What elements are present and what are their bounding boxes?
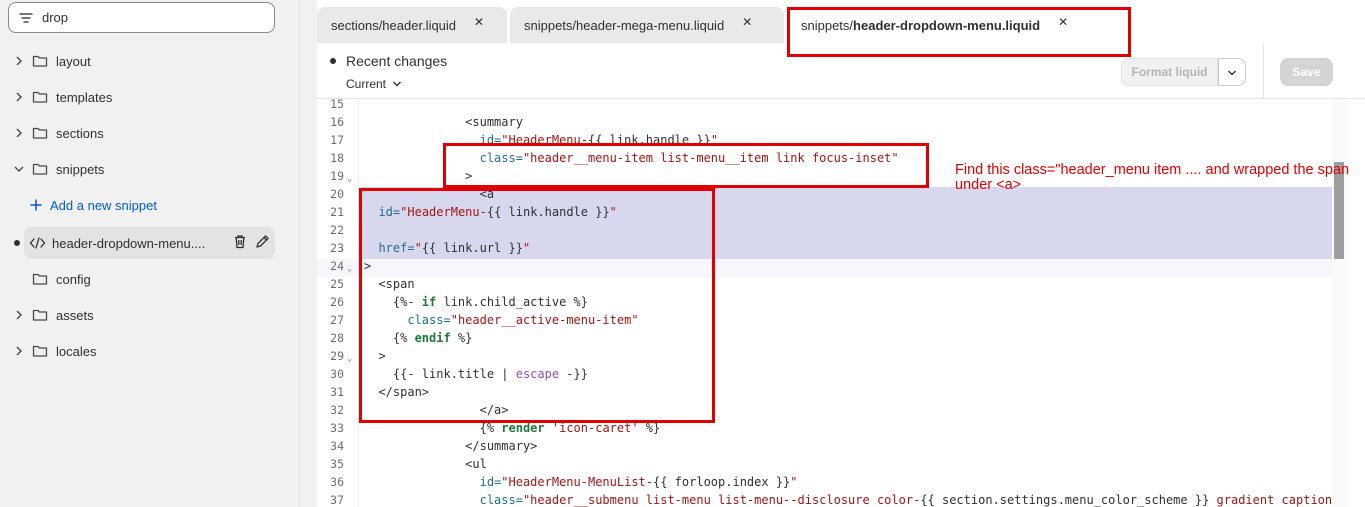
sidebar-item-snippets[interactable]: snippets: [12, 153, 275, 185]
code-text: <summary: [364, 115, 523, 129]
add-snippet-label: Add a new snippet: [50, 197, 157, 213]
line-number: 24: [330, 259, 344, 273]
sidebar-item-locales[interactable]: locales: [12, 335, 275, 367]
sidebar-item-label: templates: [56, 89, 113, 105]
chevron-right-icon[interactable]: [12, 344, 26, 358]
line-number: 18: [330, 151, 344, 165]
line-number: 17: [330, 133, 344, 147]
line-number: 15: [330, 99, 344, 111]
code-line[interactable]: 35 <ul: [317, 455, 1332, 473]
line-number: 21: [330, 205, 344, 219]
chevron-right-icon[interactable]: [12, 308, 26, 322]
line-number: 32: [330, 403, 344, 417]
folder-icon: [32, 308, 48, 322]
folder-icon: [32, 90, 48, 104]
recent-changes-label: Recent changes: [346, 53, 448, 69]
line-number: 37: [330, 493, 344, 507]
line-number: 28: [330, 331, 344, 345]
line-number: 23: [330, 241, 344, 255]
folder-icon: [32, 54, 48, 68]
annotation-box-anchor: [359, 188, 715, 423]
theme-code-editor: drop layout templates sections snippets …: [0, 0, 1365, 507]
sidebar-item-label: snippets: [56, 161, 105, 177]
tab-sections-header[interactable]: sections/header.liquid ✕: [317, 7, 507, 43]
sidebar-item-label: assets: [56, 307, 94, 323]
plus-icon: [30, 198, 42, 212]
line-number: 26: [330, 295, 344, 309]
annotation-text: Find this class="header_menu item .... a…: [955, 162, 1350, 193]
sidebar-item-header-dropdown-menu[interactable]: header-dropdown-menu....: [24, 227, 275, 259]
line-number: 22: [330, 223, 344, 237]
close-icon[interactable]: ✕: [742, 15, 752, 29]
folder-icon: [32, 126, 48, 140]
tab-header-mega-menu[interactable]: snippets/header-mega-menu.liquid ✕: [510, 7, 784, 43]
folder-icon: [32, 272, 48, 286]
editor-scrollbar[interactable]: [1332, 99, 1347, 507]
line-number: 30: [330, 367, 344, 381]
folder-icon: [32, 344, 48, 358]
sidebar-item-config[interactable]: config: [12, 263, 275, 295]
sidebar-item-label: layout: [56, 53, 91, 69]
save-button[interactable]: Save: [1280, 58, 1333, 86]
code-icon: [29, 236, 46, 250]
sidebar-item-sections[interactable]: sections: [12, 117, 275, 149]
code-text: </summary>: [364, 439, 538, 453]
line-number: 25: [330, 277, 344, 291]
format-liquid-button[interactable]: Format liquid: [1121, 58, 1218, 86]
add-snippet-button[interactable]: Add a new snippet: [30, 189, 293, 221]
sidebar-item-assets[interactable]: assets: [12, 299, 275, 331]
code-text: <ul: [364, 457, 487, 471]
trash-icon[interactable]: [233, 234, 247, 252]
line-number: 31: [330, 385, 344, 399]
code-line[interactable]: 15: [317, 99, 1332, 113]
filter-icon: [19, 11, 33, 25]
line-number: 36: [330, 475, 344, 489]
recent-changes: Recent changes: [330, 53, 447, 69]
close-icon[interactable]: ✕: [474, 15, 484, 29]
code-line[interactable]: 34 </summary>: [317, 437, 1332, 455]
toolbar-divider: [1263, 43, 1264, 99]
sidebar-item-label: locales: [56, 343, 97, 359]
annotation-box-tab: [787, 7, 1131, 57]
file-sidebar: drop layout templates sections snippets …: [0, 0, 300, 507]
chevron-down-icon: [1227, 65, 1237, 80]
version-select-label: Current: [346, 77, 387, 91]
code-line[interactable]: 36 id="HeaderMenu-MenuList-{{ forloop.in…: [317, 473, 1332, 491]
file-search-input[interactable]: drop: [8, 2, 275, 33]
code-line[interactable]: 37 class="header__submenu list-menu list…: [317, 491, 1346, 507]
code-line[interactable]: 16 <summary: [317, 113, 1332, 131]
tab-label: snippets/header-mega-menu.liquid: [524, 17, 725, 33]
sidebar-item-label: header-dropdown-menu....: [52, 235, 206, 251]
line-number: 34: [330, 439, 344, 453]
line-number: 33: [330, 421, 344, 435]
chevron-down-icon: [392, 77, 402, 91]
folder-icon: [32, 162, 48, 176]
line-number: 35: [330, 457, 344, 471]
sidebar-item-layout[interactable]: layout: [12, 45, 275, 77]
format-options-button[interactable]: [1218, 58, 1246, 86]
pencil-icon[interactable]: [255, 234, 269, 252]
chevron-right-icon[interactable]: [12, 90, 26, 104]
annotation-box-class: [443, 143, 929, 188]
unsaved-dot: [330, 58, 336, 64]
tab-label: sections/header.liquid: [331, 17, 457, 33]
file-actions: [233, 234, 269, 252]
chevron-right-icon[interactable]: [12, 54, 26, 68]
code-text: id="HeaderMenu-MenuList-{{ forloop.index…: [479, 475, 798, 489]
unsaved-dot: [14, 240, 20, 246]
line-number: 29: [330, 349, 344, 363]
file-search-value: drop: [42, 10, 69, 25]
version-select[interactable]: Current: [346, 77, 402, 91]
line-number: 16: [330, 115, 344, 129]
line-number: 20: [330, 187, 344, 201]
chevron-right-icon[interactable]: [12, 126, 26, 140]
sidebar-item-templates[interactable]: templates: [12, 81, 275, 113]
chevron-down-icon[interactable]: [12, 162, 26, 176]
line-number: 27: [330, 313, 344, 327]
sidebar-item-label: config: [56, 271, 91, 287]
line-number: 19: [330, 169, 344, 183]
sidebar-item-label: sections: [56, 125, 104, 141]
code-text: class="header__submenu list-menu list-me…: [479, 493, 1347, 507]
